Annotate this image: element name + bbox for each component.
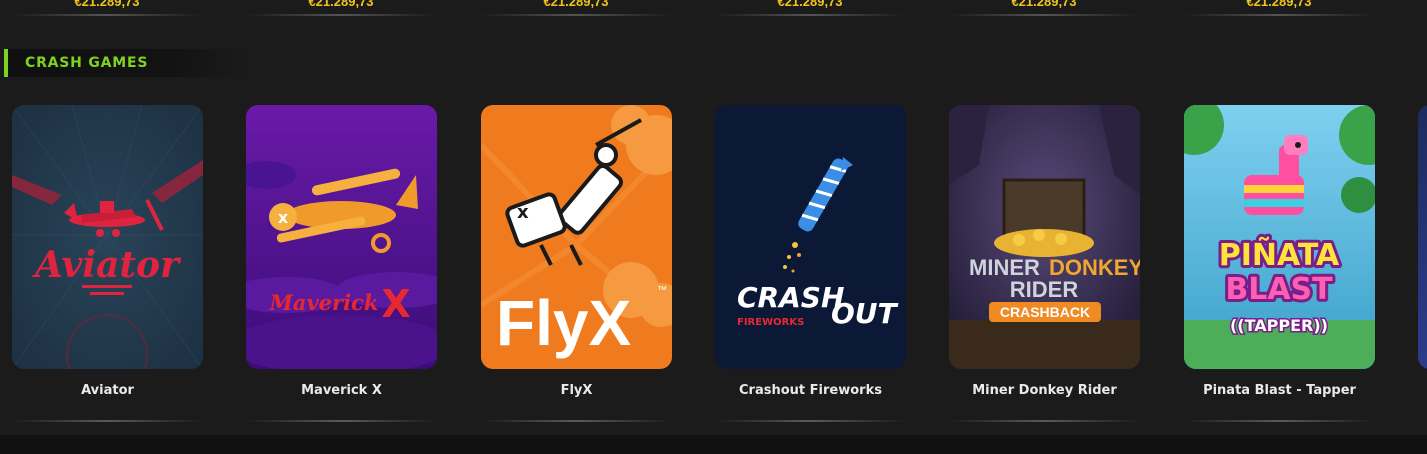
jackpot-value: €21.289,73 [308, 0, 374, 9]
svg-text:x: x [278, 208, 289, 227]
pinata-art: PIÑATA BLAST ((TAPPER)) [1184, 105, 1375, 369]
mine-cart-icon [994, 178, 1094, 257]
game-title[interactable]: Maverick X [246, 383, 437, 398]
aviator-logo-text: Aviator [32, 244, 182, 286]
crashout-art: CRASH OUT FIREWORKS [715, 105, 906, 369]
game-tile-miner-donkey-rider[interactable]: MINER DONKEY RIDER CRASHBACK [949, 105, 1140, 369]
divider [12, 420, 203, 422]
pinata-logo-blast: BLAST [1225, 272, 1333, 307]
divider [715, 420, 906, 422]
divider [481, 420, 672, 422]
section-accent-bar [4, 49, 8, 77]
divider [1184, 14, 1374, 16]
divider [481, 14, 671, 16]
flyx-logo-text: FlyX [496, 287, 631, 359]
divider [1184, 420, 1375, 422]
game-title[interactable]: Pinata Blast - Tapper [1184, 383, 1375, 398]
game-tile-next-partial[interactable] [1418, 105, 1427, 369]
game-title[interactable]: Miner Donkey Rider [949, 383, 1140, 398]
divider [246, 14, 436, 16]
aviator-art: Aviator [12, 105, 203, 369]
jackpot-value: €21.289,73 [1246, 0, 1312, 9]
crashout-logo-fireworks: FIREWORKS [737, 317, 804, 328]
game-tile-crashout-fireworks[interactable]: CRASH OUT FIREWORKS [715, 105, 906, 369]
maverick-logo-text: Maverick [269, 290, 379, 315]
game-tile-maverick-x[interactable]: x Maverick X [246, 105, 437, 369]
crashout-logo-out: OUT [831, 297, 899, 330]
svg-text:x: x [517, 202, 529, 223]
maverick-logo-x: X [381, 282, 410, 326]
divider [12, 14, 202, 16]
crashout-logo-crash: CRASH [737, 281, 844, 314]
section-title: CRASH GAMES [25, 55, 149, 71]
jackpot-value: €21.289,73 [777, 0, 843, 9]
footer-band [0, 435, 1427, 454]
divider [949, 14, 1139, 16]
divider [949, 420, 1140, 422]
game-tile-pinata-blast-tapper[interactable]: PIÑATA BLAST ((TAPPER)) [1184, 105, 1375, 369]
pinata-logo-tapper: ((TAPPER)) [1230, 316, 1328, 335]
game-tile-flyx[interactable]: x FlyX ™ [481, 105, 672, 369]
flyx-art: x FlyX ™ [481, 105, 672, 369]
jackpot-value: €21.289,73 [543, 0, 609, 9]
jackpot-value: €21.289,73 [1011, 0, 1077, 9]
game-title[interactable]: Aviator [12, 383, 203, 398]
jackpot-value: €21.289,73 [74, 0, 140, 9]
jackpot-row: €21.289,73 €21.289,73 €21.289,73 €21.289… [0, 0, 1427, 18]
miner-logo-crashback: CRASHBACK [1000, 304, 1090, 320]
crash-games-page: €21.289,73 €21.289,73 €21.289,73 €21.289… [0, 0, 1427, 454]
divider [715, 14, 905, 16]
miner-logo-rider: RIDER [1010, 277, 1079, 302]
maverick-art: x Maverick X [246, 105, 437, 369]
game-tile-aviator[interactable]: Aviator [12, 105, 203, 369]
pinata-logo-pinata: PIÑATA [1219, 236, 1340, 273]
trademark-symbol: ™ [657, 285, 667, 296]
divider [246, 420, 437, 422]
game-title[interactable]: FlyX [481, 383, 672, 398]
section-header: CRASH GAMES [4, 49, 248, 77]
game-title[interactable]: Crashout Fireworks [715, 383, 906, 398]
miner-art: MINER DONKEY RIDER CRASHBACK [949, 105, 1140, 369]
